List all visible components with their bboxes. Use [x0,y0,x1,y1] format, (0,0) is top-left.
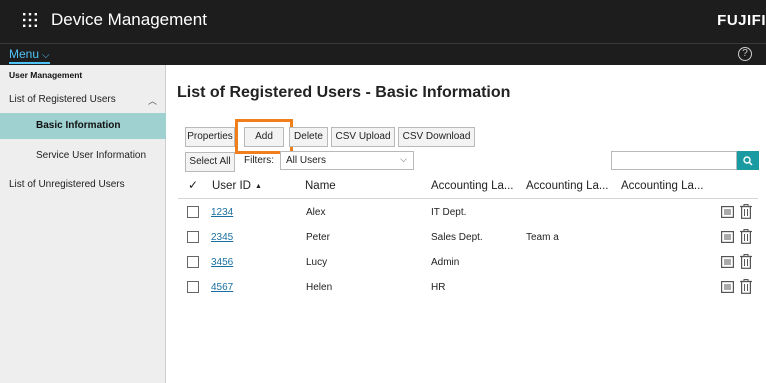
row-checkbox[interactable] [187,206,199,218]
row-checkbox[interactable] [187,231,199,243]
select-all-check-icon[interactable]: ✓ [188,178,198,192]
details-icon[interactable] [721,206,734,218]
csv-upload-button[interactable]: CSV Upload [331,127,395,147]
user-id-link[interactable]: 1234 [211,207,233,218]
chevron-down-icon: ⌵ [400,154,407,164]
app-title: Device Management [51,10,207,29]
sidebar-item-label: List of Registered Users [9,94,116,105]
trash-icon[interactable] [740,229,752,244]
sidebar-item-basic-information[interactable]: Basic Information [0,113,166,139]
sidebar-item-label: Basic Information [36,120,121,131]
user-name: Peter [306,232,330,243]
table-header-divider [178,198,758,199]
search-button[interactable] [737,151,759,170]
top-bar: Device Management FUJIFI [0,0,766,43]
chevron-up-icon: ︿ [148,96,158,106]
sidebar-item-service-user-information[interactable]: Service User Information [0,145,166,167]
user-id-link[interactable]: 3456 [211,257,233,268]
user-name: Helen [306,282,333,293]
column-header-user-id[interactable]: User ID ▲ [212,180,262,192]
menu-label: Menu [9,47,40,61]
accounting-label-1: HR [431,282,446,293]
table-row: 4567 Helen HR [178,276,758,300]
sidebar-item-label: Service User Information [36,150,147,161]
filter-dropdown[interactable]: All Users ⌵ [280,151,414,170]
user-id-link[interactable]: 4567 [211,282,233,293]
search-icon [743,156,753,166]
page-title: List of Registered Users - Basic Informa… [177,84,511,101]
filter-value: All Users [286,155,327,166]
details-icon[interactable] [721,256,734,268]
user-name: Alex [306,207,326,218]
chevron-down-icon: ⌵ [42,50,50,61]
table-row: 1234 Alex IT Dept. [178,201,758,225]
details-icon[interactable] [721,281,734,293]
accounting-label-2: Team a [526,232,559,243]
sidebar-item-label: List of Unregistered Users [9,179,125,190]
sidebar: User Management List of Registered Users… [0,65,166,383]
filters-label: Filters: [244,155,274,166]
trash-icon[interactable] [740,204,752,219]
menu-button[interactable]: Menu ⌵ [9,47,50,64]
search-input[interactable] [611,151,737,170]
table-row: 3456 Lucy Admin [178,251,758,275]
accounting-label-1: IT Dept. [431,207,467,218]
csv-download-button[interactable]: CSV Download [398,127,475,147]
accounting-label-1: Sales Dept. [431,232,483,243]
row-checkbox[interactable] [187,256,199,268]
details-icon[interactable] [721,231,734,243]
column-header-name[interactable]: Name [305,180,336,192]
sidebar-section-title: User Management [9,70,83,80]
delete-button[interactable]: Delete [289,127,328,147]
brand-logo: FUJIFI [717,12,766,29]
column-header-accounting-2[interactable]: Accounting La... [526,180,608,192]
user-name: Lucy [306,257,328,268]
app-grid-icon[interactable] [23,13,37,27]
add-button[interactable]: Add [244,127,284,147]
sort-ascending-icon: ▲ [254,183,262,190]
table-row: 2345 Peter Sales Dept. Team a [178,226,758,250]
row-checkbox[interactable] [187,281,199,293]
sidebar-item-unregistered-users[interactable]: List of Unregistered Users [0,174,166,196]
sidebar-item-registered-users[interactable]: List of Registered Users ︿ [0,88,166,112]
help-icon[interactable]: ? [738,47,752,61]
column-header-accounting-1[interactable]: Accounting La... [431,180,513,192]
trash-icon[interactable] [740,254,752,269]
select-all-button[interactable]: Select All [185,152,235,172]
user-id-link[interactable]: 2345 [211,232,233,243]
column-label: User ID [212,180,251,192]
trash-icon[interactable] [740,279,752,294]
accounting-label-1: Admin [431,257,460,268]
menu-bar: Menu ⌵ ? [0,43,766,65]
column-header-accounting-3[interactable]: Accounting La... [621,180,703,192]
properties-button[interactable]: Properties [185,127,235,147]
